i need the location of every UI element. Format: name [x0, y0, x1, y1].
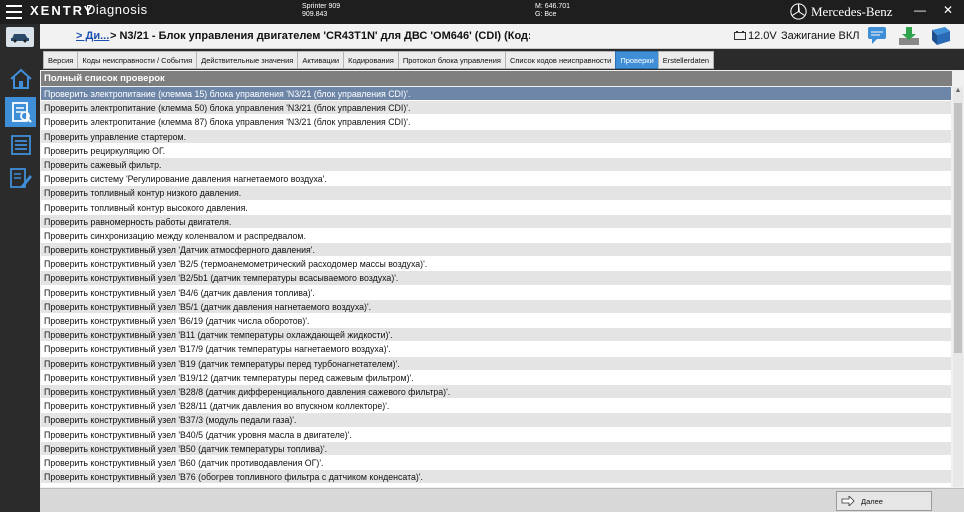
list-item[interactable]: Проверить управление стартером. — [41, 129, 951, 144]
checks-panel: Полный список проверок Проверить электро… — [40, 70, 964, 512]
mercedes-star-icon — [790, 3, 807, 20]
tab-8[interactable]: Erstellerdaten — [657, 51, 715, 69]
bottom-bar: Далее — [40, 488, 964, 512]
list-item[interactable]: Проверить конструктивный узел 'Датчик ат… — [41, 243, 951, 258]
report-edit-icon[interactable] — [5, 163, 36, 193]
list-item[interactable]: Проверить конструктивный узел 'B6/19 (да… — [41, 314, 951, 329]
list-item[interactable]: Проверить конструктивный узел 'B4/6 (дат… — [41, 285, 951, 300]
tab-0[interactable]: Версия — [43, 51, 78, 69]
home-icon[interactable] — [5, 64, 36, 94]
list-item[interactable]: Проверить конструктивный узел 'B17/9 (да… — [41, 342, 951, 357]
vehicle-info: Sprinter 909 909.843 — [302, 3, 340, 19]
list-item[interactable]: Проверить конструктивный узел 'B2/5b1 (д… — [41, 271, 951, 286]
vehicle-icon[interactable] — [6, 27, 34, 47]
tab-strip: Версия Коды неисправности / События Действ… — [43, 51, 715, 69]
close-icon[interactable]: ✕ — [940, 3, 956, 17]
mileage-group: G: Все — [535, 11, 557, 18]
list-icon[interactable] — [5, 130, 36, 160]
next-button[interactable]: Далее — [836, 491, 932, 511]
arrow-right-icon — [841, 496, 855, 506]
tab-6[interactable]: Список кодов неисправности — [504, 51, 616, 69]
list-item[interactable]: Проверить электропитание (клемма 15) бло… — [41, 87, 951, 102]
list-item[interactable]: Проверить конструктивный узел 'B60 (датч… — [41, 455, 951, 471]
tab-3[interactable]: Активации — [297, 51, 344, 69]
tab-5[interactable]: Протокол блока управления — [397, 51, 505, 69]
list-item[interactable]: Проверить конструктивный узел 'B40/5 (да… — [41, 427, 951, 442]
scroll-thumb[interactable] — [954, 103, 962, 353]
checks-list: Проверить электропитание (клемма 15) бло… — [41, 87, 951, 487]
download-icon[interactable] — [898, 26, 920, 46]
book-icon[interactable] — [930, 26, 952, 46]
list-item[interactable]: Проверить конструктивный узел 'B19 (датч… — [41, 356, 951, 371]
list-item[interactable]: Проверить конструктивный узел 'B76 (обог… — [41, 470, 951, 485]
brand-logo: XENTRY — [30, 3, 95, 18]
maker-name: Mercedes-Benz — [811, 4, 893, 19]
list-item[interactable]: Проверить равномерность работы двигателя… — [41, 214, 951, 229]
tab-1[interactable]: Коды неисправности / События — [77, 51, 197, 69]
list-item[interactable]: Проверить конструктивный узел 'B37/3 (мо… — [41, 413, 951, 428]
list-item[interactable]: Проверить рециркуляцию ОГ. — [41, 143, 951, 158]
list-item[interactable]: Проверить синхронизацию между коленвалом… — [41, 228, 951, 244]
list-item[interactable]: Проверить конструктивный узел 'B28/11 (д… — [41, 399, 951, 414]
header-bar: > Ди... > N3/21 - Блок управления двигат… — [40, 24, 964, 49]
left-navigation — [0, 24, 40, 512]
breadcrumb-link[interactable]: > Ди... — [76, 30, 109, 42]
list-item[interactable]: Проверить конструктивный узел 'B11 (датч… — [41, 328, 951, 343]
list-item[interactable]: Проверить конструктивный узел 'B50 (датч… — [41, 441, 951, 456]
list-item[interactable]: Проверить топливный контур высокого давл… — [41, 200, 951, 215]
mileage-value: M: 646.701 — [535, 3, 571, 10]
tab-2[interactable]: Действительные значения — [196, 51, 298, 69]
vertical-scrollbar[interactable]: ▲ — [953, 87, 963, 487]
battery-icon — [734, 31, 746, 40]
list-item[interactable]: Проверить систему 'Регулирование давлени… — [41, 172, 951, 187]
list-item[interactable]: Проверить конструктивный узел 'B28/8 (да… — [41, 384, 951, 400]
ignition-status: Зажигание ВКЛ — [781, 30, 860, 42]
list-item[interactable]: Проверить электропитание (клемма 50) бло… — [41, 101, 951, 116]
minimize-icon[interactable]: — — [912, 3, 928, 17]
tab-4[interactable]: Кодирования — [343, 51, 398, 69]
page-title: > N3/21 - Блок управления двигателем 'CR… — [110, 30, 530, 42]
list-item[interactable]: Проверить конструктивный узел 'B19/12 (д… — [41, 370, 951, 385]
next-button-label: Далее — [861, 496, 883, 506]
battery-voltage: 12.0V — [748, 30, 777, 42]
diagnosis-icon[interactable] — [5, 97, 36, 127]
scroll-up-icon[interactable]: ▲ — [953, 87, 963, 97]
list-item[interactable]: Проверить конструктивный узел 'B5/1 (дат… — [41, 299, 951, 314]
module-title: Diagnosis — [86, 2, 148, 17]
menu-icon[interactable] — [6, 5, 22, 19]
list-item[interactable]: Проверить топливный контур низкого давле… — [41, 186, 951, 201]
list-item[interactable]: Проверить электропитание (клемма 87) бло… — [41, 115, 951, 130]
list-item[interactable]: Проверить конструктивный узел 'B2/5 (тер… — [41, 257, 951, 272]
vehicle-code: 909.843 — [302, 11, 328, 18]
top-bar: XENTRY Diagnosis Sprinter 909 909.843 M:… — [0, 0, 964, 24]
tab-7[interactable]: Проверки — [615, 51, 658, 69]
chat-icon[interactable] — [867, 26, 889, 46]
mileage-info: M: 646.701 G: Все — [535, 3, 570, 19]
panel-title: Полный список проверок — [41, 71, 952, 86]
vehicle-model: Sprinter 909 — [302, 3, 341, 10]
list-item[interactable]: Проверить конструктивный узел 'B85/2 (ки… — [41, 484, 951, 487]
list-item[interactable]: Проверить сажевый фильтр. — [41, 157, 951, 173]
